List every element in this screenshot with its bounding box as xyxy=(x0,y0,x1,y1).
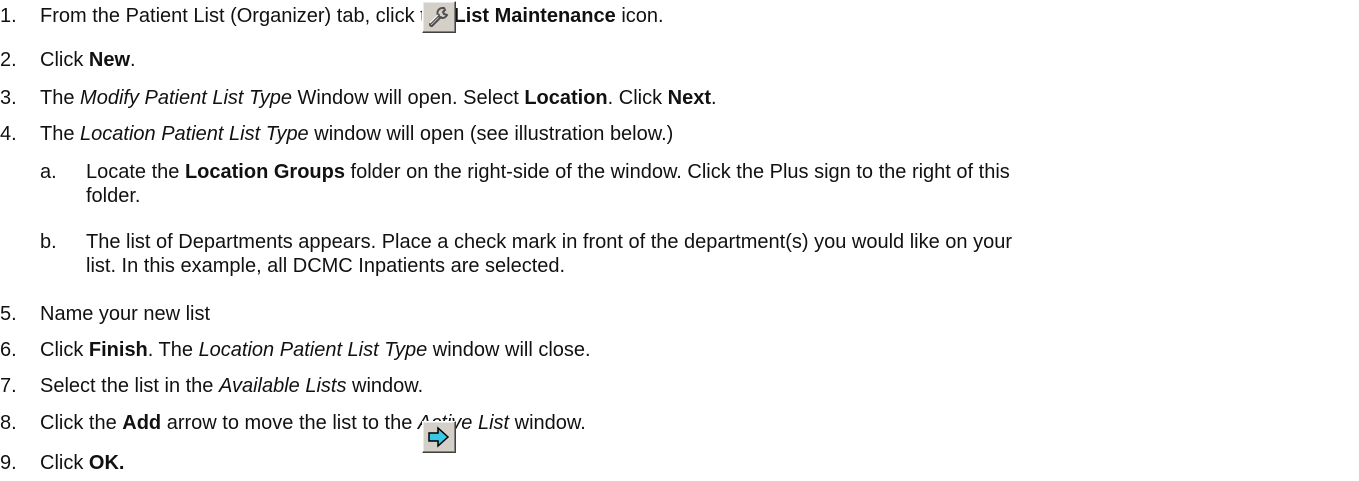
step-number: 1. xyxy=(0,5,17,27)
step-number: 3. xyxy=(0,87,17,109)
step-number: 5. xyxy=(0,303,17,325)
step-number: 2. xyxy=(0,49,17,71)
right-arrow-icon xyxy=(422,421,456,453)
step-number: 9. xyxy=(0,452,17,474)
wrench-icon-glyph xyxy=(428,7,449,28)
step-number: 8. xyxy=(0,412,17,434)
wrench-icon xyxy=(422,1,456,33)
right-arrow-icon-glyph xyxy=(428,426,450,448)
step-number: 6. xyxy=(0,339,17,361)
step-number: 4. xyxy=(0,123,17,145)
step-letter: b. xyxy=(40,231,57,253)
step-letter: a. xyxy=(40,161,57,183)
step-number: 7. xyxy=(0,375,17,397)
